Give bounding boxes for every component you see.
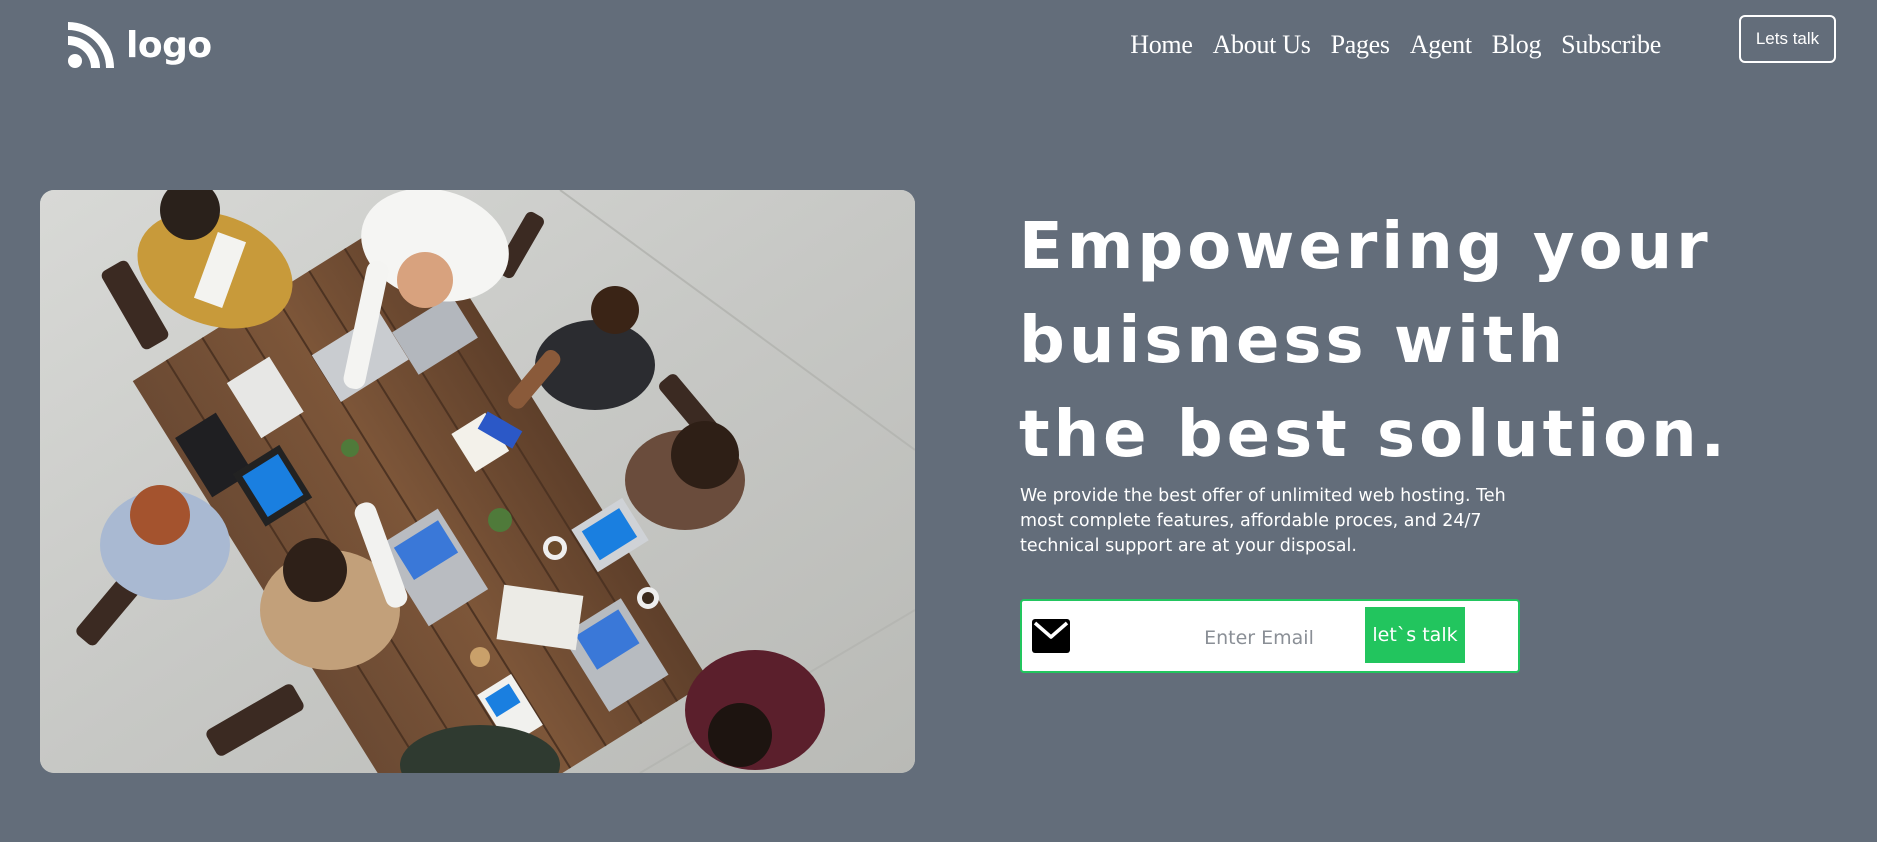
headline-line: buisness with	[1019, 304, 1568, 378]
logo-text: logo	[126, 24, 212, 66]
nav-home[interactable]: Home	[1130, 30, 1193, 60]
nav-agent[interactable]: Agent	[1410, 30, 1472, 60]
lets-talk-submit-button[interactable]: let`s talk	[1365, 607, 1465, 663]
hero-image	[40, 190, 915, 773]
nav-about-us[interactable]: About Us	[1213, 30, 1311, 60]
nav-subscribe[interactable]: Subscribe	[1561, 30, 1661, 60]
hero-headline: Empowering your buisness with the best s…	[1019, 200, 1729, 482]
email-signup-form: let`s talk	[1020, 599, 1520, 673]
nav-pages[interactable]: Pages	[1331, 30, 1390, 60]
email-input[interactable]	[1152, 619, 1366, 657]
lets-talk-button[interactable]: Lets talk	[1739, 15, 1836, 63]
rss-feed-icon	[68, 22, 114, 68]
site-logo[interactable]: logo	[68, 22, 212, 68]
headline-line: the best solution.	[1019, 398, 1729, 472]
main-nav: Home About Us Pages Agent Blog Subscribe	[1130, 30, 1661, 60]
hero-description: We provide the best offer of unlimited w…	[1020, 486, 1506, 556]
nav-blog[interactable]: Blog	[1492, 30, 1542, 60]
headline-line: Empowering your	[1019, 210, 1712, 284]
envelope-icon	[1032, 617, 1070, 655]
